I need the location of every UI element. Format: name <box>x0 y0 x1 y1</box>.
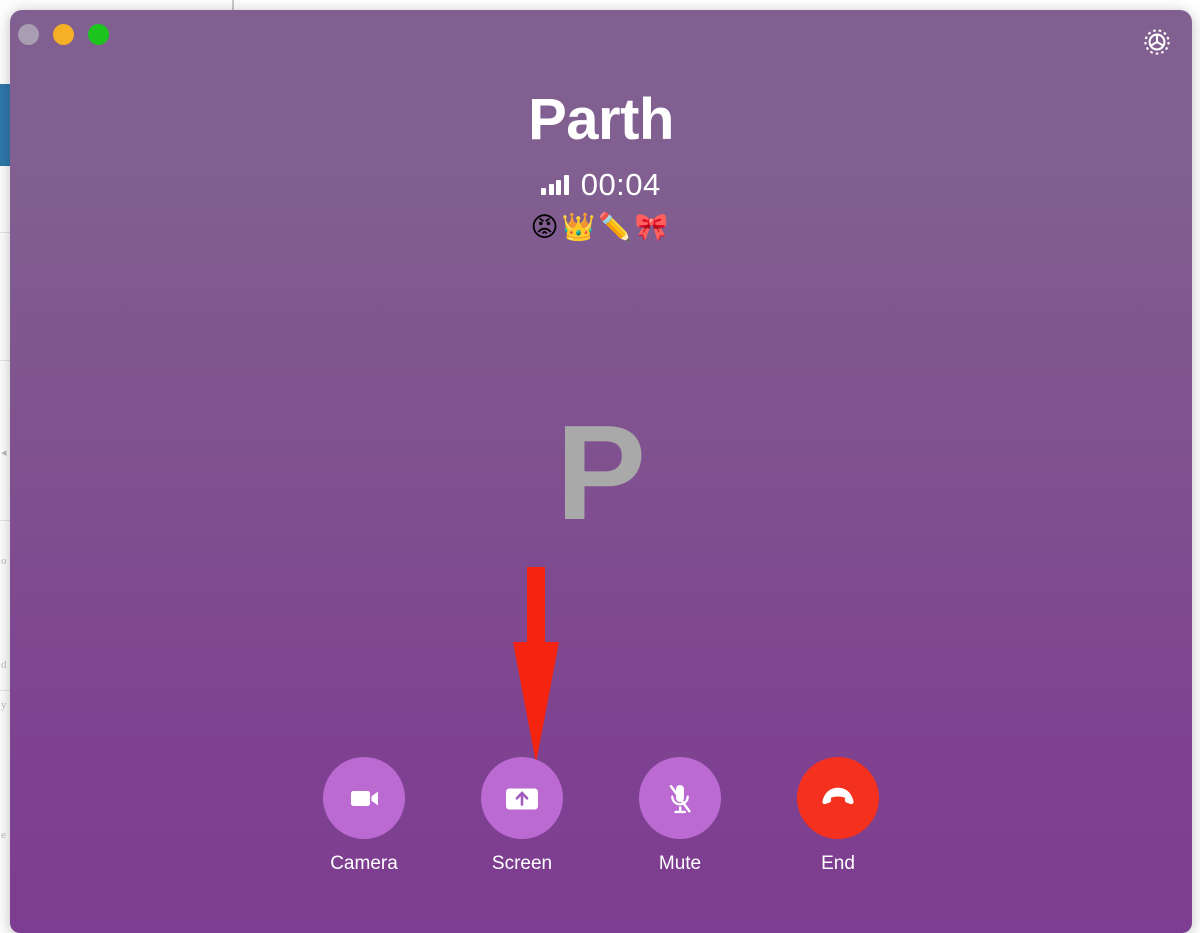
screen-share-icon <box>506 788 538 810</box>
call-header: Parth 00:04 😡👑✏️🎀 <box>10 87 1192 243</box>
screen-share-button-label: Screen <box>491 853 553 874</box>
background-rule <box>0 690 10 691</box>
mute-button-circle[interactable] <box>639 757 721 839</box>
call-controls-bar: Camera Screen Mute End <box>10 757 1192 875</box>
minimize-window-button[interactable] <box>53 24 74 45</box>
background-text-fragment: y <box>1 699 7 711</box>
desktop-background: ◂ o d y e Parth 00:04 😡👑✏️🎀 P Camera Scr… <box>0 0 1200 933</box>
camera-button[interactable]: Camera <box>321 757 407 875</box>
background-text-fragment: e <box>1 829 6 841</box>
screen-share-button[interactable]: Screen <box>479 757 565 875</box>
contact-emoji: 😡👑✏️🎀 <box>530 211 672 243</box>
background-text-fragment: o <box>1 555 7 567</box>
background-rule <box>0 520 10 521</box>
mute-button-label: Mute <box>658 853 702 874</box>
mute-button[interactable]: Mute <box>637 757 723 875</box>
contact-name: Parth <box>528 87 674 152</box>
background-text-fragment: d <box>1 659 7 671</box>
window-traffic-lights <box>18 24 109 45</box>
end-call-button-label: End <box>821 853 855 874</box>
camera-button-label: Camera <box>330 853 398 874</box>
background-rule <box>0 360 10 361</box>
signal-bars-icon <box>541 174 569 195</box>
phone-hangup-icon <box>822 787 854 805</box>
end-call-button[interactable]: End <box>795 757 881 875</box>
video-camera-icon <box>351 791 378 806</box>
background-text-fragment: ◂ <box>1 447 7 459</box>
settings-button[interactable] <box>1137 22 1177 62</box>
annotation-arrow-down <box>513 567 559 763</box>
close-window-button[interactable] <box>18 24 39 45</box>
background-rule <box>0 232 10 233</box>
avatar: P <box>555 397 647 548</box>
video-call-window: Parth 00:04 😡👑✏️🎀 P Camera Screen Mute E… <box>10 10 1192 933</box>
end-call-button-circle[interactable] <box>797 757 879 839</box>
gear-icon <box>1144 29 1170 55</box>
microphone-muted-icon <box>669 785 691 814</box>
call-duration: 00:04 <box>580 166 661 202</box>
window-titlebar <box>10 10 1192 72</box>
maximize-window-button[interactable] <box>88 24 109 45</box>
call-status-row: 00:04 <box>10 167 1192 203</box>
camera-button-circle[interactable] <box>323 757 405 839</box>
screen-share-button-circle[interactable] <box>481 757 563 839</box>
